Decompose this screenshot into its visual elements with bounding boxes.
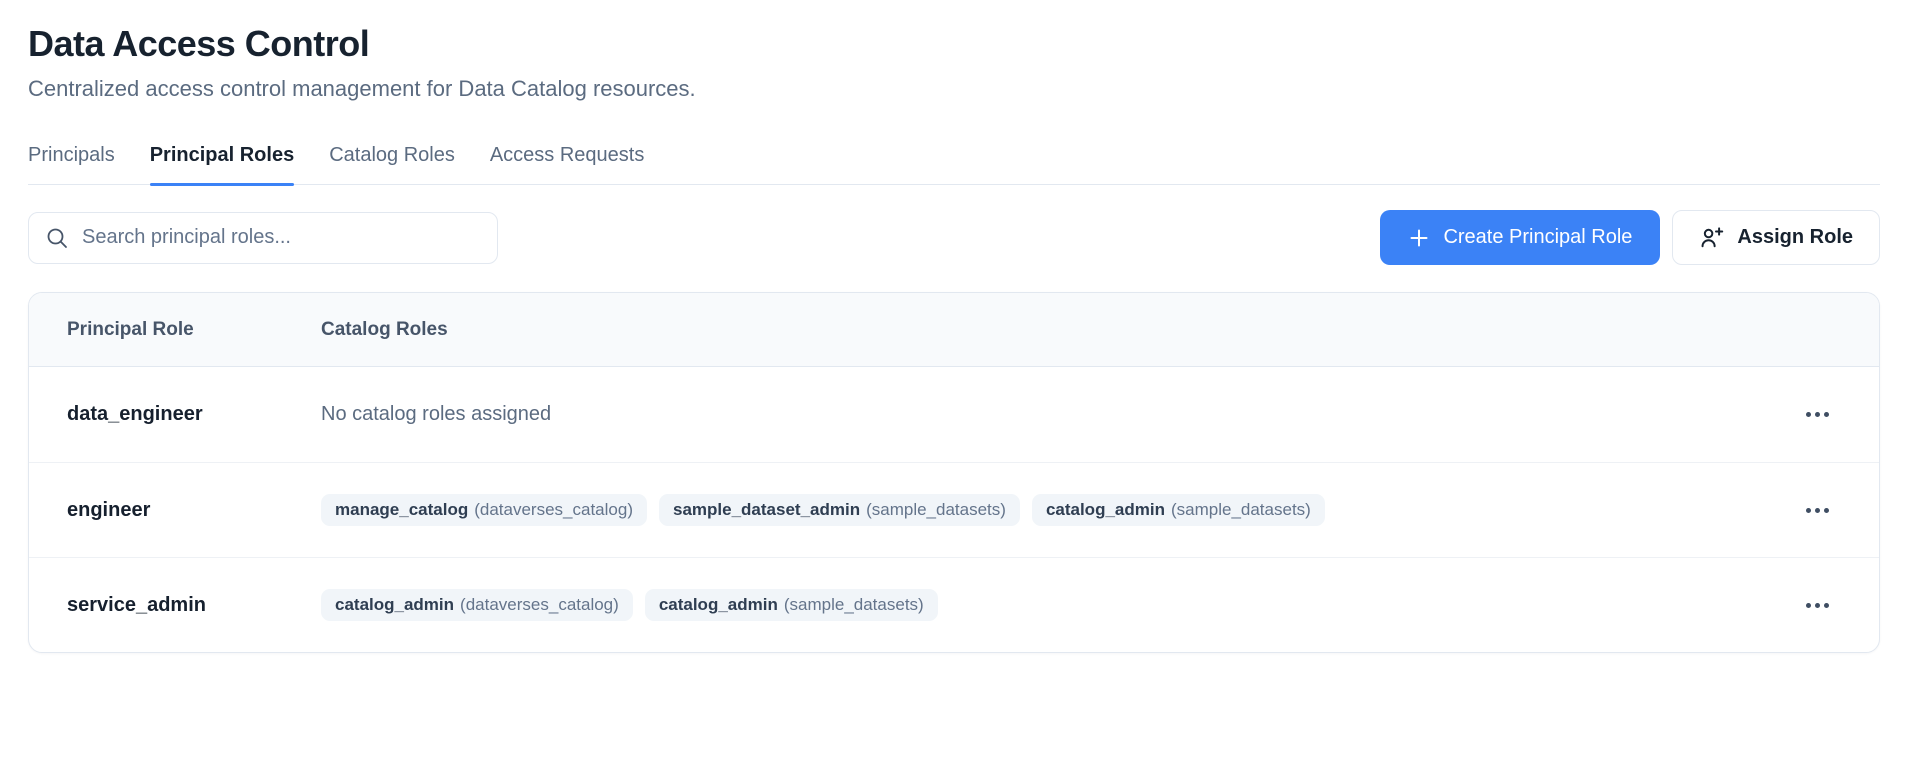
principal-role-name: data_engineer [67, 403, 203, 425]
search-box [28, 211, 498, 264]
column-header-catalog-roles: Catalog Roles [321, 318, 448, 340]
catalog-role-badge: catalog_admin (sample_datasets) [1031, 494, 1325, 526]
toolbar: Create Principal Role Assign Role [28, 210, 1880, 265]
catalog-role-badges: catalog_admin (dataverses_catalog) catalog… [321, 589, 1771, 621]
table-row: engineer manage_catalog (dataverses_catalo… [29, 462, 1879, 557]
tab-catalog-roles[interactable]: Catalog Roles [329, 144, 455, 184]
badge-catalog-name: (dataverses_catalog) [460, 595, 619, 614]
page-title: Data Access Control [28, 23, 370, 64]
search-input[interactable] [82, 226, 483, 249]
tab-principal-roles[interactable]: Principal Roles [149, 144, 294, 186]
catalog-role-badges: manage_catalog (dataverses_catalog) sample… [321, 494, 1771, 526]
principal-roles-table: Principal Role Catalog Roles data_engine… [28, 292, 1880, 653]
badge-catalog-name: (sample_datasets) [783, 595, 924, 614]
column-header-principal-role: Principal Role [67, 318, 194, 340]
principal-role-name: engineer [67, 498, 151, 521]
row-menu-button[interactable] [1804, 595, 1831, 616]
badge-role-name: catalog_admin [658, 595, 778, 614]
create-principal-role-label: Create Principal Role [1443, 226, 1633, 248]
badge-catalog-name: (sample_datasets) [1170, 500, 1311, 519]
badge-role-name: sample_dataset_admin [673, 500, 861, 519]
data-access-control-page: Data Access Control Centralized access c… [28, 22, 1880, 653]
tab-access-requests[interactable]: Access Requests [490, 144, 645, 184]
badge-role-name: catalog_admin [1045, 500, 1165, 519]
assign-role-label: Assign Role [1737, 226, 1853, 248]
badge-role-name: catalog_admin [335, 595, 455, 614]
catalog-role-badge: manage_catalog (dataverses_catalog) [321, 494, 647, 526]
user-plus-icon [1701, 227, 1724, 248]
badge-role-name: manage_catalog [335, 500, 469, 519]
row-menu-button[interactable] [1804, 500, 1831, 521]
badge-catalog-name: (sample_datasets) [866, 500, 1006, 519]
principal-role-name: service_admin [67, 593, 206, 616]
table-body: data_engineer No catalog roles assigned en… [29, 367, 1879, 652]
catalog-role-badge: catalog_admin (dataverses_catalog) [321, 589, 633, 621]
create-principal-role-button[interactable]: Create Principal Role [1380, 210, 1661, 265]
plus-icon [1410, 229, 1428, 246]
tabs: Principals Principal Roles Catalog Roles Ac… [28, 144, 1880, 186]
search-icon [47, 228, 67, 248]
assign-role-button[interactable]: Assign Role [1672, 210, 1880, 265]
catalog-role-badge: catalog_admin (sample_datasets) [644, 589, 938, 621]
catalog-role-badge: sample_dataset_admin (sample_datasets) [659, 494, 1020, 526]
no-catalog-roles-text: No catalog roles assigned [321, 403, 552, 425]
row-menu-button[interactable] [1804, 404, 1831, 425]
page-subtitle: Centralized access control management fo… [28, 76, 696, 101]
table-row: service_admin catalog_admin (dataverses_ca… [29, 557, 1879, 652]
table-row: data_engineer No catalog roles assigned [29, 367, 1879, 462]
toolbar-actions: Create Principal Role Assign Role [1380, 210, 1880, 265]
badge-catalog-name: (dataverses_catalog) [474, 500, 633, 519]
tab-principals[interactable]: Principals [28, 144, 115, 184]
table-header-row: Principal Role Catalog Roles [29, 293, 1879, 367]
